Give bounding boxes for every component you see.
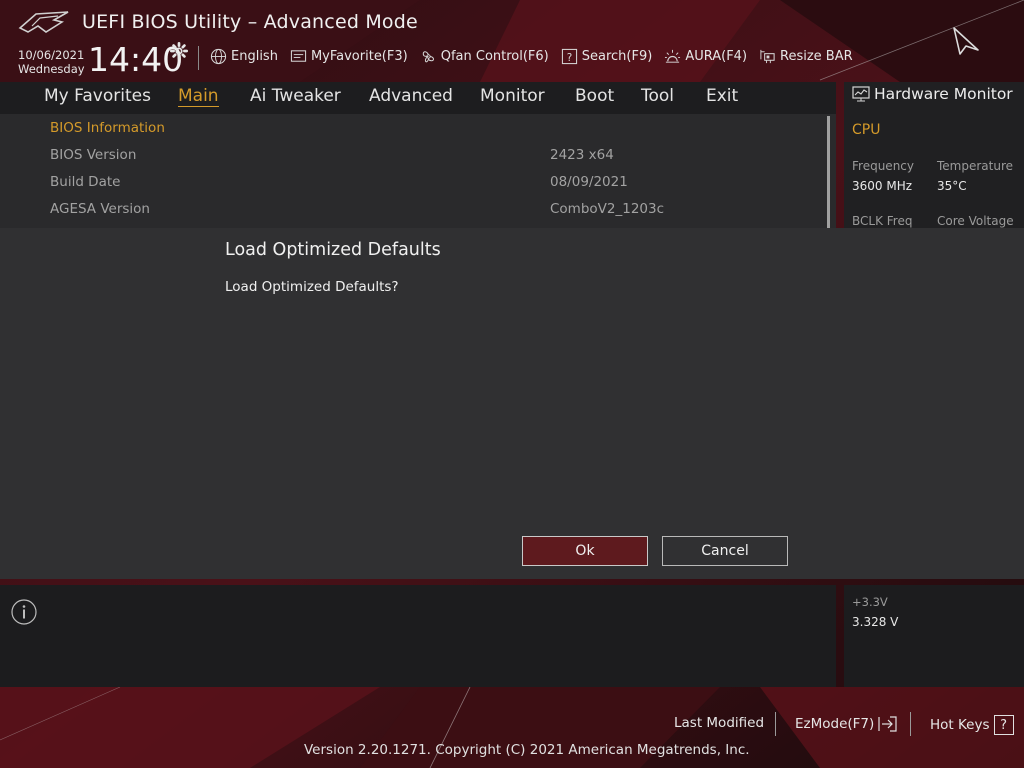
aura-button[interactable]: AURA(F4): [664, 48, 747, 65]
tab-tool[interactable]: Tool: [641, 86, 674, 106]
info-value: ComboV2_1203c: [550, 201, 665, 217]
info-row-bios-version[interactable]: BIOS Version 2423 x64: [0, 147, 820, 165]
info-row-agesa-version[interactable]: AGESA Version ComboV2_1203c: [0, 201, 820, 219]
resize-bar-button[interactable]: Resize BAR: [759, 48, 853, 65]
ezmode-label: EzMode(F7): [795, 716, 875, 732]
frequency-value: 3600 MHz: [852, 179, 913, 193]
hardware-monitor-panel: Hardware Monitor CPU Frequency 3600 MHz …: [844, 82, 1024, 228]
search-help-icon: ?: [561, 48, 577, 64]
core-voltage-label: Core Voltage: [937, 214, 1014, 228]
search-button[interactable]: ? Search(F9): [561, 48, 653, 65]
resize-bar-icon: [760, 49, 775, 63]
last-modified-label: Last Modified: [674, 715, 765, 731]
help-question-icon: ?: [993, 715, 1014, 735]
info-label: BIOS Version: [50, 147, 137, 163]
app-title: UEFI BIOS Utility – Advanced Mode: [82, 11, 418, 33]
ok-button[interactable]: Ok: [522, 536, 648, 566]
fan-icon: [422, 50, 434, 62]
cpu-heading: CPU: [852, 122, 881, 138]
language-button[interactable]: English: [210, 48, 278, 65]
clock-time: 14:40: [88, 40, 184, 79]
main-content-panel: BIOS Information BIOS Version 2423 x64 B…: [0, 114, 836, 228]
hardware-monitor-voltage-panel: +3.3V 3.328 V: [844, 585, 1024, 687]
main-scrollbar[interactable]: [827, 116, 830, 228]
rog-logo: [18, 11, 69, 33]
info-row-build-date[interactable]: Build Date 08/09/2021: [0, 174, 820, 192]
v33-value: 3.328 V: [852, 615, 899, 629]
aura-icon: [665, 49, 681, 63]
cancel-button[interactable]: Cancel: [662, 536, 788, 566]
qfan-control-button[interactable]: Qfan Control(F6): [420, 48, 549, 65]
monitor-icon: [852, 86, 870, 102]
globe-icon: [210, 48, 227, 64]
footer-separator: [775, 712, 776, 736]
language-label: English: [231, 48, 278, 64]
info-value: 2423 x64: [550, 147, 614, 163]
copyright-text: Version 2.20.1271. Copyright (C) 2021 Am…: [304, 742, 750, 758]
qfan-label: Qfan Control(F6): [440, 48, 549, 64]
tab-main[interactable]: Main: [178, 86, 219, 107]
search-label: Search(F9): [581, 48, 653, 64]
bclk-label: BCLK Freq: [852, 214, 913, 228]
svg-text:?: ?: [566, 51, 572, 63]
tab-boot[interactable]: Boot: [575, 86, 614, 106]
hardware-monitor-label: Hardware Monitor: [874, 85, 1013, 103]
header-toolbar: English MyFavorite(F3) Qfan Control(F6) …: [210, 46, 853, 66]
main-nav: My Favorites Main Ai Tweaker Advanced Mo…: [0, 82, 836, 114]
mouse-cursor-icon: [953, 27, 979, 55]
tab-monitor[interactable]: Monitor: [480, 86, 545, 106]
dialog-title: Load Optimized Defaults: [225, 240, 441, 260]
v33-label: +3.3V: [852, 595, 888, 609]
temperature-value: 35°C: [937, 179, 967, 193]
info-icon: [11, 599, 37, 625]
tab-exit[interactable]: Exit: [706, 86, 738, 106]
favorite-icon: [290, 49, 307, 62]
help-panel: [0, 585, 836, 687]
info-label: AGESA Version: [50, 201, 150, 217]
myfavorite-button[interactable]: MyFavorite(F3): [290, 48, 408, 65]
footer-separator: [910, 712, 911, 736]
weekday-text: Wednesday: [18, 62, 85, 76]
frequency-label: Frequency: [852, 159, 914, 173]
last-modified-button[interactable]: Last Modified: [674, 715, 764, 731]
ezmode-button[interactable]: EzMode(F7): [795, 715, 898, 733]
date-text: 10/06/2021: [18, 48, 85, 62]
gear-icon[interactable]: [170, 42, 188, 60]
tab-my-favorites[interactable]: My Favorites: [44, 86, 151, 106]
load-defaults-dialog: Load Optimized Defaults Load Optimized D…: [0, 228, 1024, 579]
dialog-message: Load Optimized Defaults?: [225, 279, 399, 295]
section-title: BIOS Information: [50, 120, 165, 136]
aura-label: AURA(F4): [685, 48, 748, 64]
resize-bar-label: Resize BAR: [780, 48, 853, 64]
temperature-label: Temperature: [937, 159, 1014, 173]
hot-keys-label: Hot Keys: [930, 717, 990, 733]
hot-keys-button[interactable]: Hot Keys ?: [930, 715, 1014, 735]
info-value: 08/09/2021: [550, 174, 628, 190]
tab-ai-tweaker[interactable]: Ai Tweaker: [250, 86, 341, 106]
info-label: Build Date: [50, 174, 121, 190]
tab-advanced[interactable]: Advanced: [369, 86, 453, 106]
exit-arrow-icon: [878, 716, 897, 732]
header-separator: [198, 46, 199, 70]
hardware-monitor-title: Hardware Monitor: [852, 85, 1013, 103]
date-display: 10/06/2021 Wednesday: [18, 48, 85, 76]
myfavorite-label: MyFavorite(F3): [310, 48, 408, 64]
